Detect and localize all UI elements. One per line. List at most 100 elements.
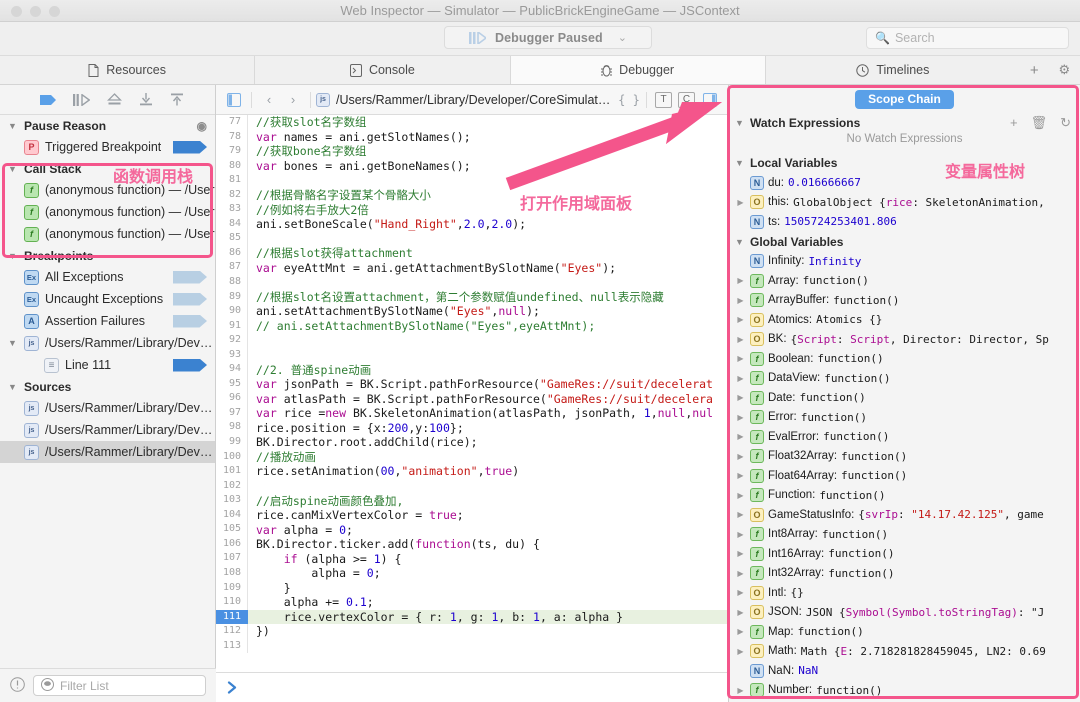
code-line[interactable]: 88: [216, 275, 728, 290]
section-header-local-variables[interactable]: ▼ Local Variables: [729, 153, 1080, 173]
scope-chain-tab[interactable]: Scope Chain: [855, 89, 954, 109]
code-line[interactable]: 102: [216, 478, 728, 494]
disclosure-triangle-icon[interactable]: ▼: [735, 118, 745, 128]
global-variable-row[interactable]: ▶ f Date: function(): [729, 388, 1080, 408]
line-number[interactable]: 91: [216, 318, 248, 334]
global-variable-row[interactable]: ▶ f Boolean: function(): [729, 349, 1080, 369]
line-number[interactable]: 104: [216, 507, 248, 523]
global-variable-row[interactable]: ▶ O BK: {Script: Script, Director: Director…: [729, 330, 1080, 350]
code-line[interactable]: 89 //根据slot名设置attachment，第二个参数赋值undefined…: [216, 289, 728, 305]
global-variable-row[interactable]: ▶ f Int8Array: function(): [729, 525, 1080, 545]
local-variable-row[interactable]: ▶Nts:1505724253401.806: [729, 212, 1080, 232]
code-line[interactable]: 111 rice.vertexColor = { r: 1, g: 1, b: …: [216, 609, 728, 625]
line-number[interactable]: 79: [216, 144, 248, 159]
code-line[interactable]: 92: [216, 333, 728, 348]
global-variable-row[interactable]: ▶ O GameStatusInfo: {svrIp: "14.17.42.125",…: [729, 505, 1080, 525]
tab-debugger[interactable]: Debugger: [510, 56, 766, 84]
add-tab-button[interactable]: +: [1030, 62, 1039, 79]
line-number[interactable]: 84: [216, 216, 248, 232]
disclosure-triangle-icon[interactable]: ▶: [735, 491, 746, 500]
line-number[interactable]: 103: [216, 493, 248, 508]
forward-button[interactable]: ›: [281, 85, 305, 115]
line-number[interactable]: 110: [216, 595, 248, 610]
global-variable-row[interactable]: ▶ f Float32Array: function(): [729, 447, 1080, 467]
global-variable-row[interactable]: ▶ O JSON: JSON {Symbol(Symbol.toStringTag):…: [729, 603, 1080, 623]
disclosure-triangle-icon[interactable]: ▶: [735, 354, 746, 363]
disclosure-triangle-icon[interactable]: ▶: [735, 686, 746, 695]
disclosure-triangle-icon[interactable]: ▼: [8, 121, 18, 131]
disclosure-triangle-icon[interactable]: ▶: [735, 413, 746, 422]
global-variable-row[interactable]: ▶ f Function: function(): [729, 486, 1080, 506]
global-variable-row[interactable]: ▶ O Intl:{}: [729, 583, 1080, 603]
disclosure-triangle-icon[interactable]: ▶: [735, 608, 746, 617]
global-variable-row[interactable]: ▶ f Float64Array: function(): [729, 466, 1080, 486]
code-line[interactable]: 82//根据骨骼名字设置某个骨骼大小: [216, 187, 728, 203]
breakpoint-uncaught-exceptions[interactable]: Ex Uncaught Exceptions: [0, 288, 215, 310]
line-number[interactable]: 111: [216, 609, 248, 625]
disclosure-triangle-icon[interactable]: ▶: [735, 627, 746, 636]
section-header-watch-expressions[interactable]: ▼ Watch Expressions + 🗑 ↻: [729, 113, 1080, 133]
global-variable-row[interactable]: ▶ f Map: function(): [729, 622, 1080, 642]
code-line[interactable]: 83 //例如将右手放大2倍: [216, 202, 728, 217]
code-line[interactable]: 100 //播放动画: [216, 449, 728, 465]
code-line[interactable]: 97 var rice =new BK.SkeletonAnimation(atl…: [216, 405, 728, 421]
filter-input[interactable]: Filter List: [33, 675, 206, 696]
line-number[interactable]: 113: [216, 638, 248, 654]
line-number[interactable]: 81: [216, 173, 248, 188]
disclosure-triangle-icon[interactable]: ▼: [8, 251, 18, 261]
tab-timelines[interactable]: Timelines: [765, 56, 1020, 84]
search-field[interactable]: 🔍 Search: [866, 27, 1069, 49]
line-number[interactable]: 90: [216, 304, 248, 319]
disclosure-triangle-icon[interactable]: ▶: [735, 588, 746, 597]
disclosure-triangle-icon[interactable]: ▶: [735, 647, 746, 656]
global-variable-row[interactable]: ▶ f ArrayBuffer: function(): [729, 291, 1080, 311]
line-number[interactable]: 112: [216, 624, 248, 639]
line-number[interactable]: 82: [216, 187, 248, 203]
code-line[interactable]: 96 var atlasPath = BK.Script.pathForResou…: [216, 391, 728, 406]
line-number[interactable]: 100: [216, 449, 248, 465]
code-coverage-icon[interactable]: C: [678, 91, 695, 108]
line-number[interactable]: 96: [216, 391, 248, 406]
code-line[interactable]: 94 //2. 普通spine动画: [216, 362, 728, 377]
code-line[interactable]: 90 ani.setAttachmentBySlotName("Eyes",nul…: [216, 304, 728, 319]
disclosure-triangle-icon[interactable]: ▶: [735, 432, 746, 441]
global-variable-row[interactable]: ▶NNaN:NaN: [729, 661, 1080, 681]
line-number[interactable]: 94: [216, 362, 248, 377]
pause-script-icon[interactable]: [40, 94, 56, 106]
line-number[interactable]: 78: [216, 129, 248, 145]
disclosure-triangle-icon[interactable]: ▼: [8, 338, 18, 348]
pause-reason-row[interactable]: P Triggered Breakpoint: [0, 136, 215, 158]
disclosure-triangle-icon[interactable]: ▶: [735, 335, 746, 344]
disclosure-triangle-icon[interactable]: ▶: [735, 549, 746, 558]
line-number[interactable]: 95: [216, 376, 248, 392]
section-header-breakpoints[interactable]: ▼ Breakpoints: [0, 245, 215, 266]
global-variable-row[interactable]: ▶ f DataView: function(): [729, 369, 1080, 389]
line-number[interactable]: 99: [216, 435, 248, 450]
code-line[interactable]: 104 rice.canMixVertexColor = true;: [216, 507, 728, 523]
breakpoint-toggle[interactable]: [173, 270, 207, 284]
line-number[interactable]: 108: [216, 565, 248, 581]
disclosure-triangle-icon[interactable]: ▶: [735, 471, 746, 480]
line-number[interactable]: 87: [216, 260, 248, 276]
debugger-status-button[interactable]: Debugger Paused ⌄: [444, 26, 652, 49]
line-number[interactable]: 77: [216, 115, 248, 130]
debugger-control-bar[interactable]: [0, 85, 215, 115]
step-into-icon[interactable]: [139, 93, 153, 106]
info-icon[interactable]: ◉: [197, 119, 207, 133]
type-info-icon[interactable]: T: [655, 91, 672, 108]
code-line[interactable]: 98 rice.position = {x:200,y:100};: [216, 420, 728, 436]
disclosure-triangle-icon[interactable]: ▶: [735, 510, 746, 519]
code-line[interactable]: 81: [216, 173, 728, 188]
line-number[interactable]: 105: [216, 522, 248, 537]
global-variable-row[interactable]: ▶ f EvalError: function(): [729, 427, 1080, 447]
code-line[interactable]: 78 var names = ani.getSlotNames();: [216, 129, 728, 145]
line-number[interactable]: 88: [216, 275, 248, 290]
line-number[interactable]: 109: [216, 580, 248, 596]
tab-console[interactable]: Console: [255, 56, 511, 84]
global-variable-row[interactable]: ▶ f Int16Array: function(): [729, 544, 1080, 564]
disclosure-triangle-icon[interactable]: ▶: [735, 296, 746, 305]
code-line[interactable]: 107 if (alpha >= 1) {: [216, 551, 728, 566]
line-number[interactable]: 107: [216, 551, 248, 566]
step-out-icon[interactable]: [107, 93, 122, 106]
line-number[interactable]: 89: [216, 289, 248, 305]
